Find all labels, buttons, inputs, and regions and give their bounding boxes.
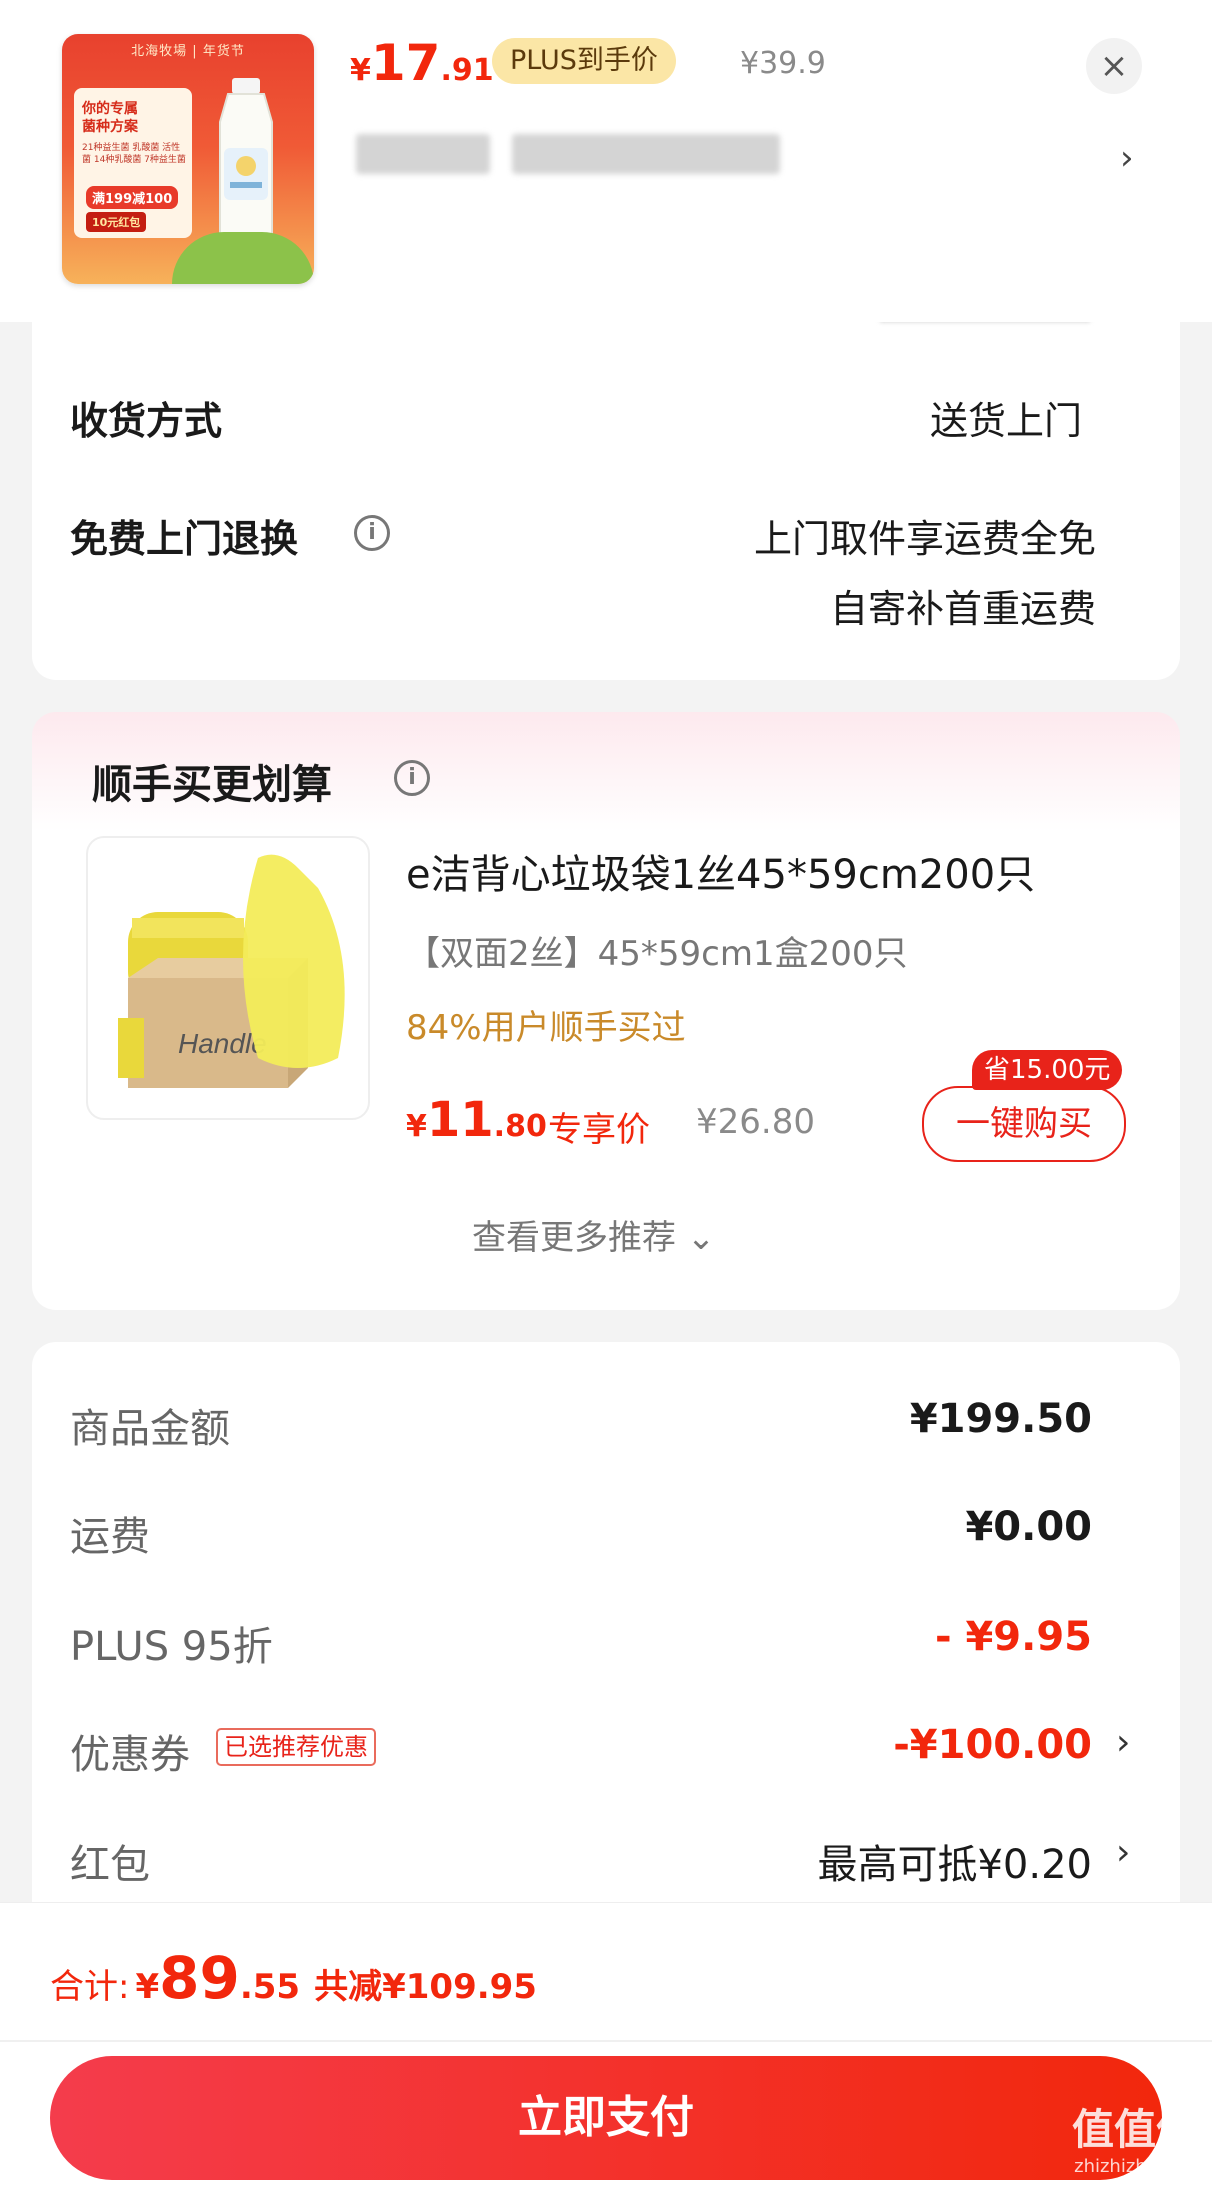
- order-total: 合计: ¥89.55 共减¥109.95: [50, 1944, 537, 2012]
- thumbnail-price-badge: 满199减100: [86, 186, 179, 209]
- pay-now-button[interactable]: 立即支付: [50, 2056, 1162, 2180]
- view-more-recommendations-link[interactable]: 查看更多推荐 ⌄: [472, 1210, 715, 1259]
- watermark-logo: 值值值: [1071, 2105, 1198, 2154]
- exclusive-price-label: 专享价: [548, 1110, 650, 1150]
- plus-price: ¥17.91: [350, 34, 494, 92]
- recommend-product-spec: 【双面2丝】45*59cm1盒200只: [406, 934, 908, 974]
- summary-shipping-value: ¥0.00: [965, 1504, 1092, 1550]
- thumbnail-hill: [172, 232, 314, 284]
- thumbnail-detail: 21种益生菌 乳酸菌 活性菌 14种乳酸菌 7种益生菌: [82, 143, 186, 165]
- summary-red-packet-label[interactable]: 红包: [70, 1832, 150, 1890]
- original-price: ¥39.9: [740, 46, 826, 81]
- spec-selection-blurred-2[interactable]: [512, 134, 780, 174]
- watermark-url: zhizhizhi.com: [1074, 2156, 1196, 2177]
- trash-bag-image: Handle: [118, 854, 345, 1088]
- total-currency: ¥: [135, 1967, 160, 2007]
- recommend-original-price: ¥26.80: [696, 1102, 815, 1142]
- total-decimal: .55: [239, 1967, 301, 2007]
- summary-red-packet-value[interactable]: 最高可抵¥0.20: [817, 1832, 1092, 1890]
- recommend-price-currency: ¥: [406, 1109, 427, 1144]
- chevron-right-icon[interactable]: ›: [1116, 1832, 1130, 1873]
- free-return-label: 免费上门退换: [70, 517, 299, 561]
- price-integer: 17: [370, 34, 441, 92]
- product-thumbnail[interactable]: 北海牧場 | 年货节 你的专属 菌种方案 21种益生菌 乳酸菌 活性菌 14种乳…: [62, 34, 314, 284]
- recommend-price-decimal: .80: [493, 1109, 547, 1144]
- thumbnail-headline: 你的专属 菌种方案: [82, 101, 138, 135]
- summary-coupon-value[interactable]: -¥100.00: [893, 1722, 1092, 1768]
- info-icon[interactable]: i: [354, 515, 390, 551]
- recommend-product-image[interactable]: Handle: [86, 836, 370, 1120]
- recommend-title: 顺手买更划算: [92, 762, 332, 808]
- recommend-product-name[interactable]: e洁背心垃圾袋1丝45*59cm200只: [406, 842, 1035, 900]
- spec-selection-blurred[interactable]: [356, 134, 490, 174]
- summary-coupon-label[interactable]: 优惠券: [70, 1722, 190, 1780]
- thumbnail-red-packet: 10元红包: [86, 212, 147, 232]
- thumbnail-promo-card: 你的专属 菌种方案 21种益生菌 乳酸菌 活性菌 14种乳酸菌 7种益生菌 满1…: [74, 88, 192, 238]
- total-integer: 89: [159, 1944, 240, 2012]
- summary-goods-amount-value: ¥199.50: [909, 1396, 1092, 1442]
- summary-plus-discount-value: - ¥9.95: [934, 1614, 1092, 1660]
- delivery-method-label: 收货方式: [70, 399, 223, 443]
- close-button[interactable]: ×: [1086, 38, 1142, 94]
- price-currency: ¥: [350, 53, 371, 88]
- checkout-divider: [0, 2040, 1212, 2042]
- delivery-method-value: 送货上门: [929, 399, 1082, 443]
- plus-price-badge: PLUS到手价: [492, 38, 676, 84]
- free-return-value-line1: 上门取件享运费全免: [753, 517, 1096, 561]
- summary-goods-amount-label: 商品金额: [70, 1406, 230, 1452]
- recommend-price-integer: 11: [426, 1092, 494, 1148]
- recommend-price: ¥11.80: [406, 1092, 547, 1148]
- summary-shipping-label: 运费: [70, 1514, 150, 1560]
- price-decimal: .91: [440, 53, 494, 88]
- recommend-social-proof: 84%用户顺手买过: [406, 1008, 686, 1048]
- chevron-right-icon[interactable]: ›: [1120, 138, 1134, 178]
- coupon-selected-tag: 已选推荐优惠: [216, 1728, 376, 1766]
- product-header: 北海牧場 | 年货节 你的专属 菌种方案 21种益生菌 乳酸菌 活性菌 14种乳…: [0, 0, 1212, 322]
- one-click-buy-button[interactable]: 一键购买: [922, 1086, 1126, 1162]
- chevron-right-icon[interactable]: ›: [1116, 1722, 1130, 1763]
- free-return-value-line2: 自寄补首重运费: [829, 587, 1096, 631]
- close-icon: ×: [1099, 46, 1129, 86]
- save-amount-badge: 省15.00元: [972, 1050, 1123, 1090]
- summary-plus-discount-label: PLUS 95折: [70, 1624, 273, 1670]
- total-saved: 共减¥109.95: [314, 1967, 537, 2007]
- info-icon[interactable]: i: [394, 760, 430, 796]
- total-label: 合计:: [50, 1967, 130, 2007]
- thumbnail-brand: 北海牧場 | 年货节: [131, 44, 245, 59]
- milk-bottle-image: [219, 78, 273, 247]
